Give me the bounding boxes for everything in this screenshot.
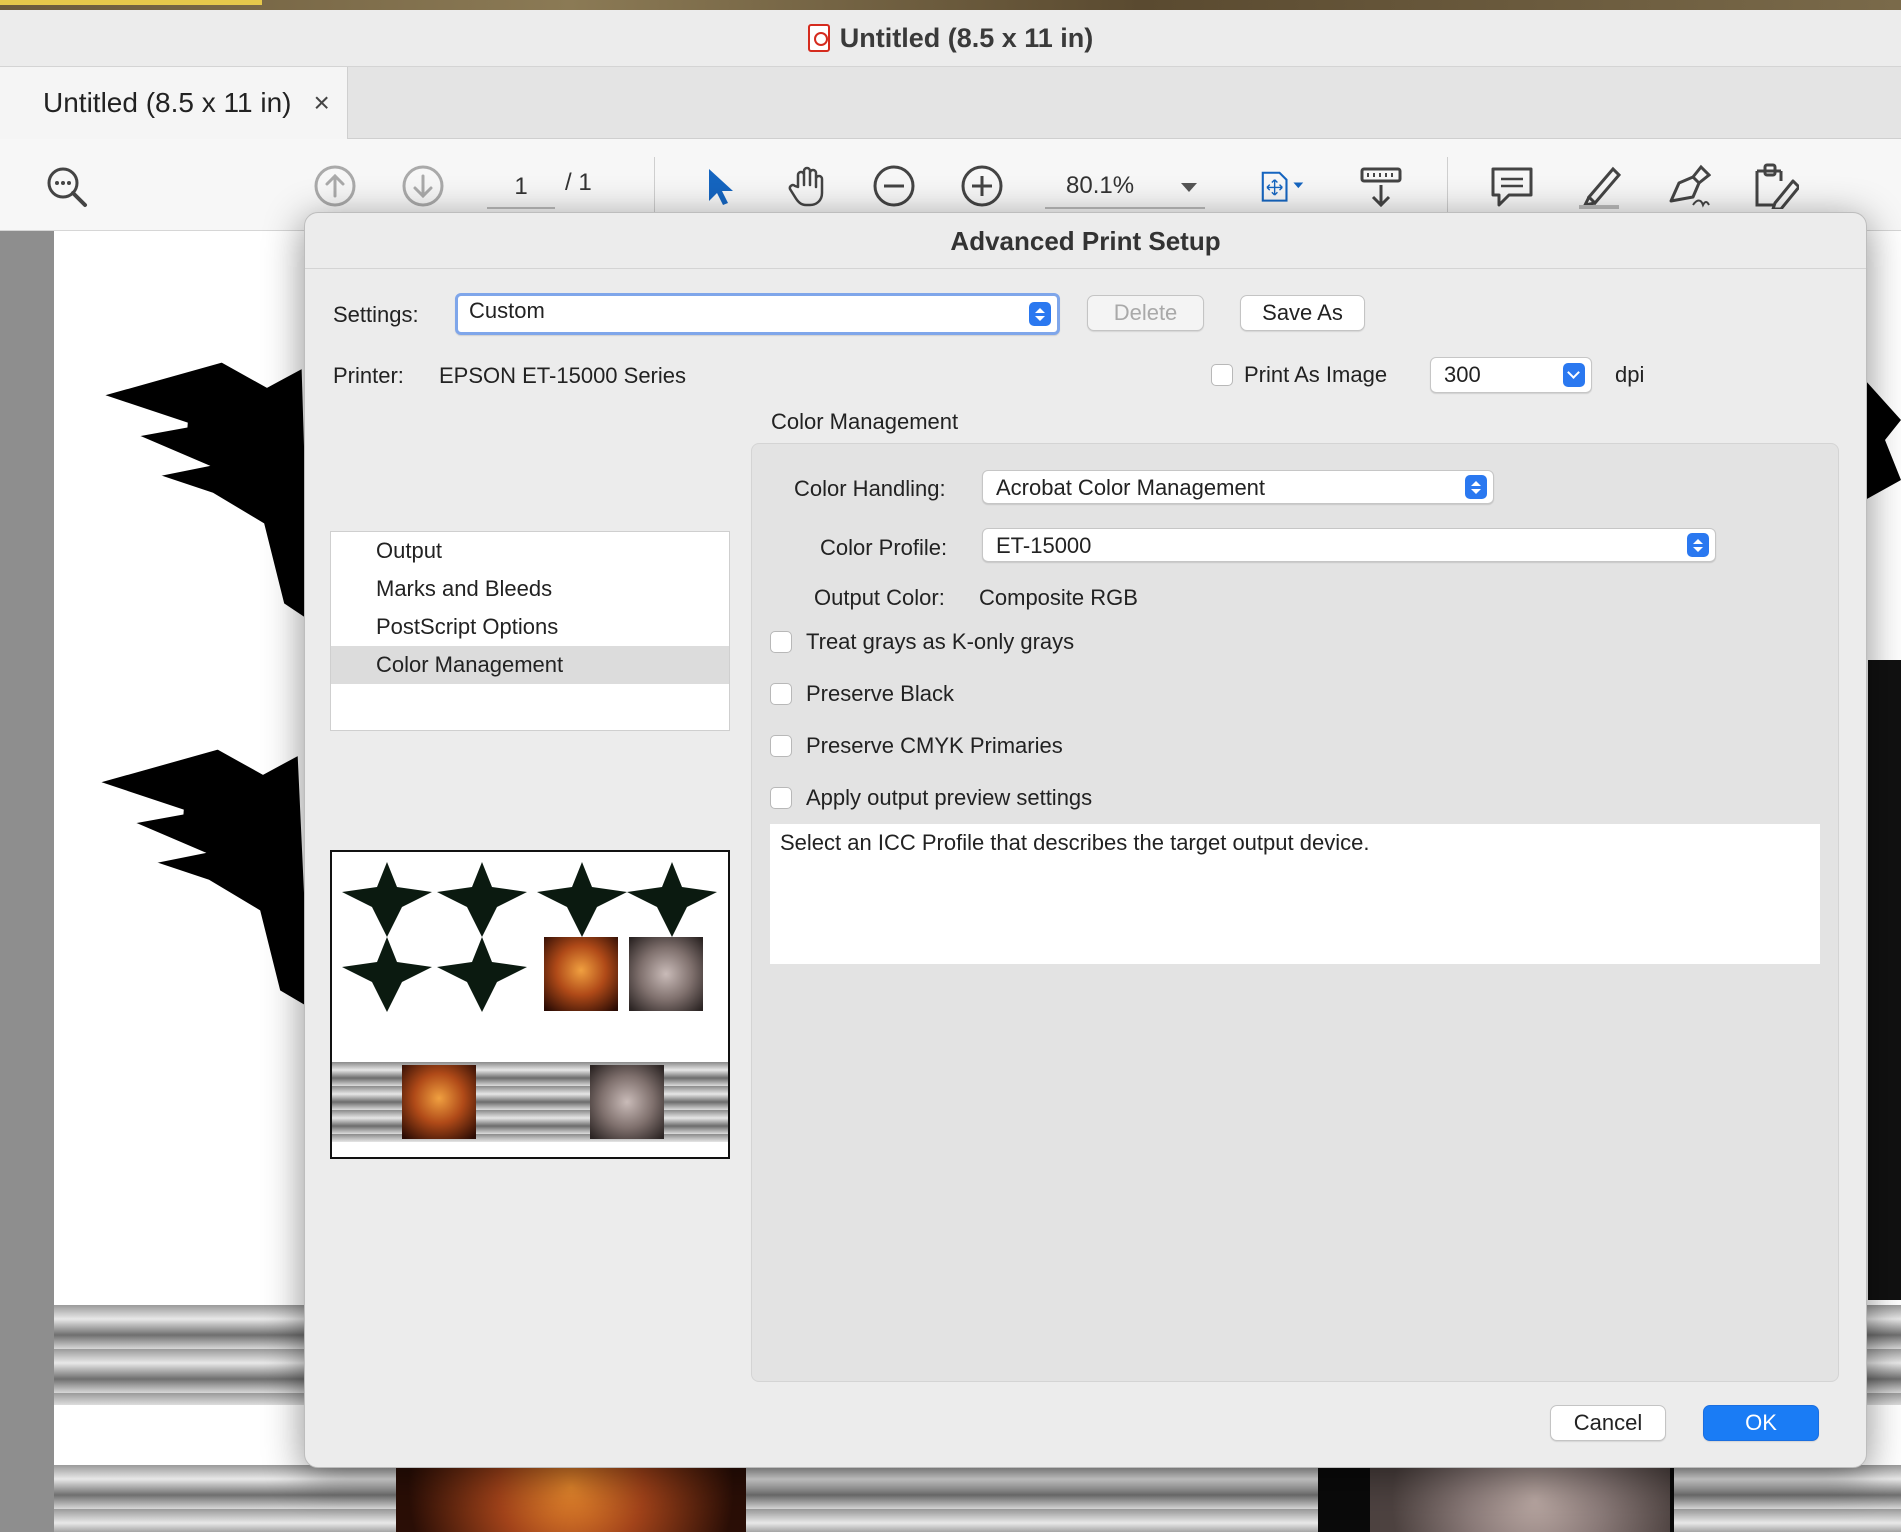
zoom-in-icon[interactable] <box>959 163 1005 209</box>
wolf-photo-content <box>1370 1468 1670 1532</box>
wolf-photo <box>1318 1468 1674 1532</box>
comment-icon[interactable] <box>1489 163 1535 209</box>
category-item-postscript-options[interactable]: PostScript Options <box>331 608 729 646</box>
preserve-cmyk-label: Preserve CMYK Primaries <box>806 733 1063 758</box>
category-item-marks-and-bleeds[interactable]: Marks and Bleeds <box>331 570 729 608</box>
page-number-input[interactable]: 1 <box>487 169 555 209</box>
fire-thumbnail <box>402 1065 476 1139</box>
settings-select[interactable]: Custom <box>455 293 1060 335</box>
color-profile-label: Color Profile: <box>820 535 948 560</box>
previous-page-icon[interactable] <box>312 163 358 209</box>
window-titlebar: Untitled (8.5 x 11 in) <box>0 10 1901 67</box>
stepper-icon <box>1029 302 1051 326</box>
desktop-background <box>0 0 1901 10</box>
sign-icon[interactable] <box>1665 163 1711 209</box>
page-total: / 1 <box>565 169 592 196</box>
zoom-out-icon[interactable] <box>871 163 917 209</box>
print-as-image-label: Print As Image <box>1244 362 1388 387</box>
dpi-value: 300 <box>1444 362 1481 387</box>
preserve-cmyk-option[interactable]: Preserve CMYK Primaries <box>770 733 1063 759</box>
preserve-black-label: Preserve Black <box>806 681 954 706</box>
chevron-down-icon <box>1563 363 1585 387</box>
document-tab[interactable]: Untitled (8.5 x 11 in) × <box>0 67 348 139</box>
page-preview-thumbnail <box>330 850 730 1159</box>
color-profile-value: ET-15000 <box>996 533 1092 558</box>
preserve-black-checkbox[interactable] <box>770 683 792 705</box>
raven-graphic <box>88 744 312 1012</box>
print-as-image-checkbox[interactable] <box>1211 364 1233 386</box>
color-handling-select[interactable]: Acrobat Color Management <box>982 470 1494 504</box>
chevron-down-icon <box>1181 183 1197 192</box>
pdf-file-icon <box>807 24 830 52</box>
treat-grays-label: Treat grays as K-only grays <box>806 629 1075 654</box>
settings-label: Settings: <box>333 302 419 327</box>
delete-button[interactable]: Delete <box>1087 295 1204 331</box>
raven-graphic <box>92 357 312 625</box>
color-profile-select[interactable]: ET-15000 <box>982 528 1716 562</box>
color-handling-value: Acrobat Color Management <box>996 475 1266 500</box>
raven-graphic <box>1865 380 1901 500</box>
treat-grays-checkbox[interactable] <box>770 631 792 653</box>
wolf-thumbnail <box>629 937 703 1011</box>
toolbar-divider <box>654 157 655 213</box>
document-tab-label: Untitled (8.5 x 11 in) <box>43 87 292 118</box>
output-color-value: Composite RGB <box>979 585 1138 610</box>
document-dark-graphic <box>1868 660 1901 1300</box>
search-icon[interactable] <box>43 163 89 209</box>
category-item-output[interactable]: Output <box>331 532 729 570</box>
advanced-print-setup-dialog: Advanced Print Setup Settings: Custom De… <box>304 212 1867 1468</box>
stepper-icon <box>1465 475 1487 499</box>
fire-thumbnail <box>544 937 618 1011</box>
toolbar-divider <box>1447 157 1448 213</box>
printer-label: Printer: <box>333 363 404 388</box>
cancel-button[interactable]: Cancel <box>1550 1405 1666 1441</box>
apply-preview-checkbox[interactable] <box>770 787 792 809</box>
wave-band-thumbnail <box>332 1062 728 1142</box>
window-accent-bar <box>0 0 262 5</box>
edit-pdf-icon[interactable] <box>1753 163 1799 209</box>
stepper-icon <box>1687 533 1709 557</box>
close-tab-icon[interactable]: × <box>314 87 330 119</box>
dpi-unit-label: dpi <box>1615 362 1645 387</box>
dpi-select[interactable]: 300 <box>1430 357 1592 393</box>
save-as-button[interactable]: Save As <box>1240 295 1365 331</box>
ok-button[interactable]: OK <box>1703 1405 1819 1441</box>
category-item-color-management[interactable]: Color Management <box>331 646 729 684</box>
scroll-mode-icon[interactable] <box>1358 163 1404 209</box>
settings-value: Custom <box>469 298 545 323</box>
zoom-level-select[interactable]: 80.1% <box>1045 165 1205 209</box>
apply-preview-option[interactable]: Apply output preview settings <box>770 785 1092 811</box>
fit-page-icon[interactable] <box>1250 163 1316 209</box>
printer-value: EPSON ET-15000 Series <box>439 363 687 388</box>
next-page-icon[interactable] <box>400 163 446 209</box>
zoom-level-value: 80.1% <box>1066 172 1135 199</box>
window-title: Untitled (8.5 x 11 in) <box>839 22 1094 53</box>
preserve-cmyk-checkbox[interactable] <box>770 735 792 757</box>
highlight-icon[interactable] <box>1577 163 1623 209</box>
document-left-margin <box>0 231 54 1532</box>
wolf-thumbnail <box>590 1065 664 1139</box>
dialog-title: Advanced Print Setup <box>305 213 1866 269</box>
description-box: Select an ICC Profile that describes the… <box>770 824 1820 964</box>
color-handling-label: Color Handling: <box>794 476 946 501</box>
select-pointer-icon[interactable] <box>697 163 743 209</box>
apply-preview-label: Apply output preview settings <box>806 785 1093 810</box>
color-management-panel: Color Handling: Acrobat Color Management… <box>751 443 1839 1382</box>
fire-photo <box>396 1468 746 1532</box>
output-color-label: Output Color: <box>814 585 945 610</box>
color-management-heading: Color Management <box>771 409 959 434</box>
hand-tool-icon[interactable] <box>784 163 830 209</box>
preserve-black-option[interactable]: Preserve Black <box>770 681 954 707</box>
treat-grays-option[interactable]: Treat grays as K-only grays <box>770 629 1074 655</box>
document-tab-strip: Untitled (8.5 x 11 in) × <box>0 67 1901 139</box>
category-list: Output Marks and Bleeds PostScript Optio… <box>330 531 730 731</box>
